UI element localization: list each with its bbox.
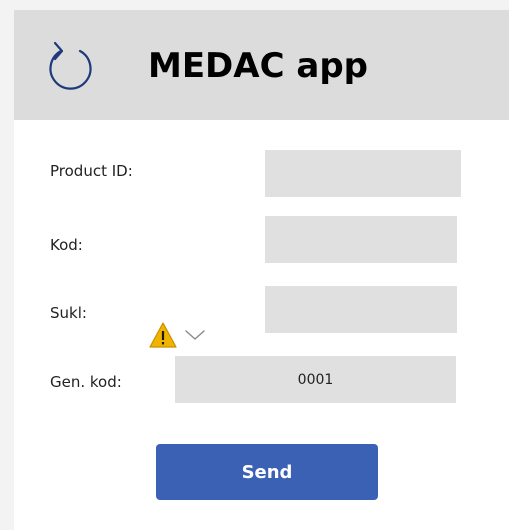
app-title: MEDAC app	[148, 46, 369, 86]
kod-input[interactable]	[265, 216, 457, 263]
app-header: MEDAC app	[14, 10, 509, 120]
gen-kod-input[interactable]: 0001	[175, 356, 456, 403]
app-screen: MEDAC app Product ID: Kod: Sukl: Gen. ko…	[14, 10, 509, 530]
warning-icon	[149, 322, 177, 348]
product-id-label: Product ID:	[50, 162, 133, 180]
chevron-down-icon[interactable]	[184, 328, 206, 342]
product-id-value	[265, 150, 461, 197]
send-button-label: Send	[241, 461, 293, 483]
sukl-value	[265, 286, 457, 333]
sukl-label: Sukl:	[50, 304, 87, 322]
gen-kod-label: Gen. kod:	[50, 373, 122, 391]
refresh-icon[interactable]	[42, 39, 98, 95]
send-button[interactable]: Send	[156, 444, 378, 500]
gen-kod-value: 0001	[297, 371, 334, 388]
kod-value	[265, 216, 457, 263]
sukl-input[interactable]	[265, 286, 457, 333]
kod-label: Kod:	[50, 236, 83, 254]
product-id-input[interactable]	[265, 150, 461, 197]
